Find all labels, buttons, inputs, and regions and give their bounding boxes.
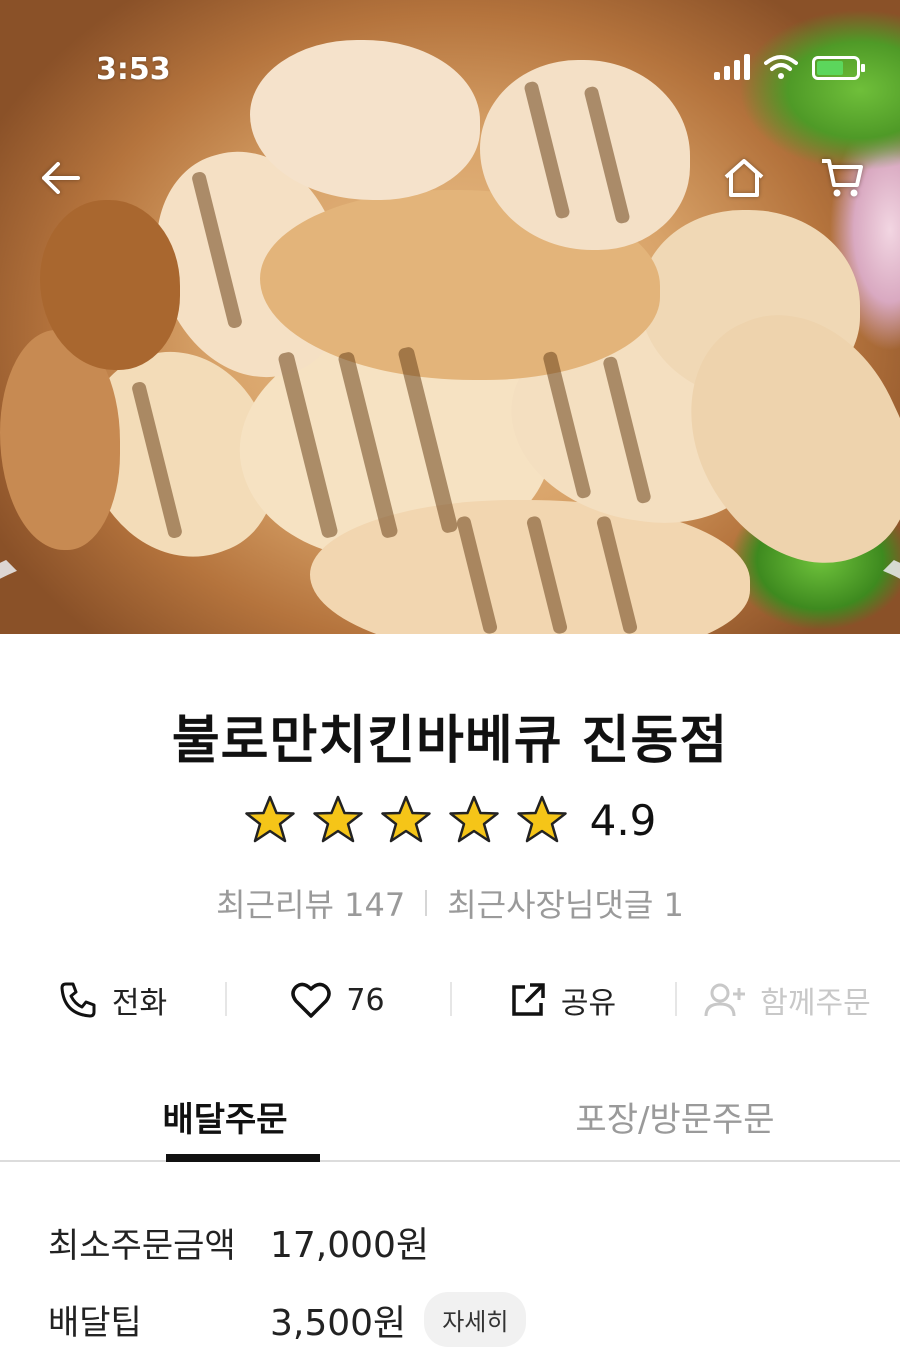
back-arrow-icon: [42, 162, 80, 194]
group-order-label: 함께주문: [760, 986, 871, 1021]
like-count: 76: [346, 982, 385, 1018]
share-icon: [512, 983, 545, 1016]
tab-delivery[interactable]: 배달주문: [0, 1080, 450, 1162]
group-order-button[interactable]: 함께주문: [675, 970, 900, 1030]
star-icon: [312, 795, 363, 843]
wifi-icon: [764, 55, 798, 79]
tab-pickup[interactable]: 포장/방문주문: [450, 1080, 900, 1160]
star-icon: [448, 795, 499, 843]
signal-icon: [714, 54, 750, 80]
like-button[interactable]: 76: [225, 970, 450, 1030]
delivery-tip-detail-button[interactable]: 자세히: [424, 1292, 527, 1347]
call-button[interactable]: 전화: [0, 970, 225, 1030]
min-order-label: 최소주문금액: [48, 1225, 236, 1266]
min-order-row: 최소주문금액 17,000원: [48, 1216, 429, 1268]
star-icon: [244, 795, 295, 843]
cart-icon: [822, 159, 863, 197]
call-label: 전화: [111, 986, 168, 1021]
rating: 4.9: [0, 794, 900, 846]
heart-icon: [291, 982, 332, 1018]
rating-value: 4.9: [589, 795, 657, 845]
order-type-tabs: 배달주문 포장/방문주문: [0, 1080, 900, 1162]
owner-replies-link[interactable]: 최근사장님댓글 1: [447, 880, 684, 926]
star-icon: [516, 795, 567, 843]
cart-button[interactable]: [816, 152, 868, 204]
status-icons: [714, 54, 865, 80]
status-time: 3:53: [96, 52, 171, 87]
battery-icon: [812, 56, 865, 80]
add-person-icon: [704, 983, 746, 1017]
share-button[interactable]: 공유: [450, 970, 675, 1030]
recent-reviews-link[interactable]: 최근리뷰 147: [216, 880, 405, 926]
min-order-value: 17,000원: [270, 1225, 430, 1266]
home-icon: [724, 159, 764, 197]
delivery-tip-value: 3,500원: [270, 1302, 407, 1344]
back-button[interactable]: [34, 152, 86, 204]
delivery-tip-label: 배달팁: [48, 1303, 142, 1343]
star-icon: [380, 795, 431, 843]
home-button[interactable]: [718, 152, 770, 204]
delivery-tip-row: 배달팁 3,500원 자세히: [48, 1292, 527, 1347]
store-name: 불로만치킨바베큐 진동점: [171, 711, 729, 771]
hero-food-image: [0, 0, 900, 634]
divider: [425, 890, 428, 916]
review-summary: 최근리뷰 147 최근사장님댓글 1: [0, 880, 900, 926]
share-label: 공유: [560, 986, 617, 1021]
action-bar: 전화 76 공유 함께주문: [0, 970, 900, 1030]
phone-icon: [60, 982, 96, 1018]
